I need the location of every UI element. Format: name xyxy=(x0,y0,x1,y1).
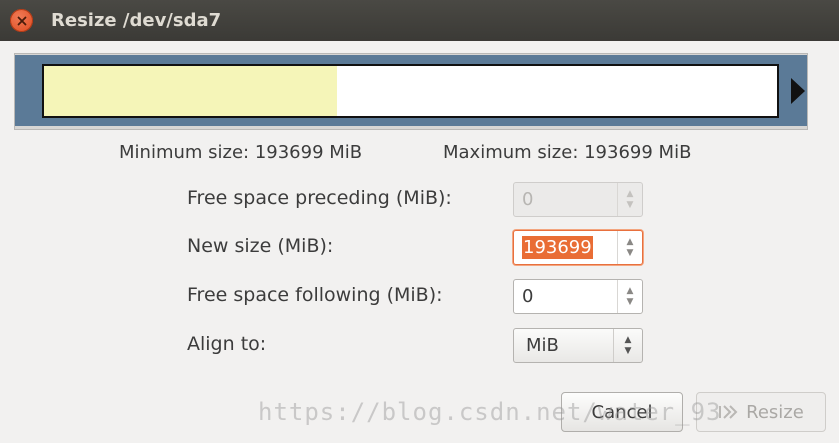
new-size-label: New size (MiB): xyxy=(187,235,334,257)
maximum-size-text: Maximum size: 193699 MiB xyxy=(443,142,692,163)
resize-button[interactable]: Resize xyxy=(696,392,826,432)
cancel-button[interactable]: Cancel xyxy=(561,392,683,432)
free-space-following-value[interactable]: 0 xyxy=(514,280,617,313)
partition-bar[interactable] xyxy=(42,64,779,118)
align-to-combobox[interactable]: MiB ▲ ▼ xyxy=(513,328,643,363)
free-space-following-spinner[interactable]: 0 ▲ ▼ xyxy=(513,279,643,314)
close-icon xyxy=(17,16,26,25)
chevron-up-icon[interactable]: ▲ xyxy=(627,237,634,248)
partition-visual[interactable] xyxy=(15,55,807,126)
used-space-fill xyxy=(44,66,338,116)
combo-arrows[interactable]: ▲ ▼ xyxy=(613,329,642,362)
cancel-button-label: Cancel xyxy=(591,401,653,423)
resize-button-label: Resize xyxy=(746,401,804,423)
chevron-up-icon: ▲ xyxy=(626,188,634,199)
free-space-following-label: Free space following (MiB): xyxy=(187,284,443,306)
minimum-size-text: Minimum size: 193699 MiB xyxy=(119,142,363,163)
title-bar: Resize /dev/sda7 xyxy=(0,0,839,41)
chevron-down-icon: ▼ xyxy=(626,199,634,210)
chevron-down-icon: ▼ xyxy=(624,345,632,356)
free-space-preceding-label: Free space preceding (MiB): xyxy=(187,187,452,209)
new-size-spinner[interactable]: 193699 ▲ ▼ xyxy=(513,230,643,265)
spinner-arrows: ▲ ▼ xyxy=(617,183,642,216)
chevron-up-icon: ▲ xyxy=(624,334,632,345)
window-title: Resize /dev/sda7 xyxy=(51,10,222,31)
chevron-up-icon[interactable]: ▲ xyxy=(627,286,634,297)
resize-icon xyxy=(719,405,738,419)
new-size-value[interactable]: 193699 xyxy=(522,236,593,259)
align-to-value[interactable]: MiB xyxy=(514,335,613,356)
free-space-preceding-value: 0 xyxy=(522,189,534,210)
new-size-input[interactable]: 193699 xyxy=(514,231,617,264)
free-space-preceding-spinner: 0 ▲ ▼ xyxy=(513,182,643,217)
close-button[interactable] xyxy=(10,9,33,32)
spinner-arrows[interactable]: ▲ ▼ xyxy=(617,231,642,264)
resize-handle-right-icon[interactable] xyxy=(791,78,805,104)
chevron-down-icon[interactable]: ▼ xyxy=(627,297,634,308)
spinner-arrows[interactable]: ▲ ▼ xyxy=(617,280,642,313)
align-to-label: Align to: xyxy=(187,333,267,355)
chevron-down-icon[interactable]: ▼ xyxy=(627,248,634,259)
